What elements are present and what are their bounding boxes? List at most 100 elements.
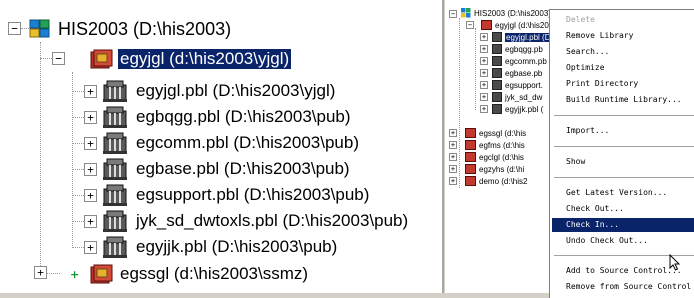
expand-toggle[interactable]: + bbox=[480, 93, 488, 101]
menu-item-remove-library[interactable]: Remove Library bbox=[566, 29, 633, 43]
expand-toggle[interactable]: + bbox=[449, 177, 457, 185]
collapse-toggle[interactable]: − bbox=[52, 52, 65, 65]
collapse-toggle[interactable]: − bbox=[466, 21, 474, 29]
tree-library-node[interactable]: demo (d:\his2 bbox=[465, 175, 527, 187]
tree-line bbox=[40, 42, 41, 270]
tree-pbl-node[interactable]: egbqgg.pb bbox=[492, 43, 543, 55]
tree-pbl-node[interactable]: egsupport. bbox=[492, 79, 543, 91]
tree-library-node[interactable]: egssgl (d:\his2003\ssmz) bbox=[88, 262, 308, 286]
tree-library-label: egzyhs (d:\hi bbox=[479, 164, 525, 174]
menu-separator bbox=[554, 146, 694, 148]
pbl-icon bbox=[100, 183, 130, 207]
expand-toggle[interactable]: + bbox=[34, 266, 47, 279]
pbl-icon bbox=[100, 105, 130, 129]
menu-item-print-directory[interactable]: Print Directory bbox=[566, 77, 638, 91]
tree-pbl-label: egsupport. bbox=[505, 80, 543, 90]
pbl-icon bbox=[100, 79, 130, 103]
tree-pbl-node[interactable]: egcomm.pbl (D:\his2003\pub) bbox=[100, 130, 359, 156]
menu-item-optimize[interactable]: Optimize bbox=[566, 61, 605, 75]
expand-toggle[interactable]: + bbox=[84, 215, 97, 228]
tree-root-node[interactable]: HIS2003 (D:\his2003) bbox=[29, 18, 231, 40]
tree-pbl-label: egyjjk.pbl ( bbox=[505, 104, 544, 114]
target-root-icon bbox=[29, 19, 51, 39]
expand-toggle[interactable]: + bbox=[480, 69, 488, 77]
add-icon: + bbox=[70, 268, 80, 281]
pbl-icon bbox=[492, 32, 502, 42]
menu-item-build-runtime-library[interactable]: Build Runtime Library... bbox=[566, 93, 682, 107]
pbl-icon bbox=[492, 104, 502, 114]
menu-item-add-to-source-control[interactable]: Add to Source Control... bbox=[566, 264, 682, 278]
tree-library-label: egfms (d:\his bbox=[479, 140, 525, 150]
tree-library-node[interactable]: egzyhs (d:\hi bbox=[465, 163, 524, 175]
expand-toggle[interactable]: + bbox=[480, 33, 488, 41]
left-tree-panel: − HIS2003 (D:\his2003) − egyjgl (d:\his2… bbox=[0, 0, 444, 293]
tree-pbl-node[interactable]: jyk_sd_dw bbox=[492, 91, 542, 103]
library-icon bbox=[465, 152, 476, 162]
collapse-toggle[interactable]: − bbox=[449, 10, 457, 18]
menu-item-show[interactable]: Show bbox=[566, 155, 585, 169]
pbl-icon bbox=[100, 209, 130, 233]
expand-toggle[interactable]: + bbox=[449, 165, 457, 173]
tree-pbl-label: jyk_sd_dw bbox=[505, 92, 543, 102]
collapse-toggle[interactable]: − bbox=[8, 22, 21, 35]
library-icon bbox=[465, 164, 476, 174]
tree-pbl-label: egbase.pbl (D:\his2003\pub) bbox=[136, 159, 350, 178]
expand-toggle[interactable]: + bbox=[449, 141, 457, 149]
tree-root-node[interactable]: HIS2003 (D:\his2003) bbox=[461, 7, 551, 19]
tree-pbl-label: jyk_sd_dwtoxls.pbl (D:\his2003\pub) bbox=[136, 211, 409, 230]
expand-toggle[interactable]: + bbox=[449, 129, 457, 137]
expand-toggle[interactable]: + bbox=[84, 189, 97, 202]
tree-pbl-label: egbqgg.pb bbox=[505, 44, 543, 54]
expand-toggle[interactable]: + bbox=[84, 111, 97, 124]
library-icon bbox=[465, 128, 476, 138]
pbl-icon bbox=[100, 131, 130, 155]
menu-separator bbox=[554, 177, 694, 179]
menu-item-delete[interactable]: Delete bbox=[566, 13, 595, 27]
menu-item-get-latest-version[interactable]: Get Latest Version... bbox=[566, 186, 667, 200]
tree-pbl-label: egbqgg.pbl (D:\his2003\pub) bbox=[136, 107, 351, 126]
expand-toggle[interactable]: + bbox=[480, 57, 488, 65]
tree-root-label: HIS2003 (D:\his2003) bbox=[474, 8, 551, 18]
tree-library-node[interactable]: egclgl (d:\his bbox=[465, 151, 524, 163]
pbl-icon bbox=[100, 157, 130, 181]
library-icon bbox=[88, 262, 114, 286]
pbl-icon bbox=[492, 80, 502, 90]
tree-pbl-label: egbase.pb bbox=[505, 68, 543, 78]
tree-pbl-node[interactable]: egyjgl.pbl (D:\his2003\yjgl) bbox=[100, 78, 335, 104]
expand-toggle[interactable]: + bbox=[84, 163, 97, 176]
tree-library-node[interactable]: egyjgl (d:\his2003\yjgl) bbox=[88, 46, 293, 72]
tree-pbl-label: egsupport.pbl (D:\his2003\pub) bbox=[136, 185, 370, 204]
menu-item-check-in[interactable]: Check In... bbox=[552, 218, 694, 232]
expand-toggle[interactable]: + bbox=[480, 45, 488, 53]
expand-toggle[interactable]: + bbox=[449, 153, 457, 161]
tree-pbl-label: egyjgl.pbl (D:\his2003\yjgl) bbox=[136, 81, 336, 100]
menu-item-import[interactable]: Import... bbox=[566, 124, 609, 138]
menu-item-undo-check-out[interactable]: Undo Check Out... bbox=[566, 234, 648, 248]
menu-item-remove-from-source-control[interactable]: Remove from Source Control bbox=[566, 280, 691, 294]
tree-library-node[interactable]: egfms (d:\his bbox=[465, 139, 525, 151]
tree-pbl-node[interactable]: egcomm.pb bbox=[492, 55, 547, 67]
expand-toggle[interactable]: + bbox=[84, 241, 97, 254]
tree-pbl-node[interactable]: egyjjk.pbl (D:\his2003\pub) bbox=[100, 234, 337, 260]
tree-root-label: HIS2003 (D:\his2003) bbox=[58, 18, 232, 39]
tree-pbl-node[interactable]: egyjjk.pbl ( bbox=[492, 103, 543, 115]
tree-pbl-node[interactable]: egsupport.pbl (D:\his2003\pub) bbox=[100, 182, 369, 208]
menu-separator bbox=[554, 115, 694, 117]
tree-pbl-node[interactable]: jyk_sd_dwtoxls.pbl (D:\his2003\pub) bbox=[100, 208, 408, 234]
menu-item-search[interactable]: Search... bbox=[566, 45, 609, 59]
tree-pbl-node[interactable]: egbqgg.pbl (D:\his2003\pub) bbox=[100, 104, 351, 130]
tree-pbl-label: egyjjk.pbl (D:\his2003\pub) bbox=[136, 237, 338, 256]
tree-library-node[interactable]: egssgl (d:\his bbox=[465, 127, 526, 139]
expand-toggle[interactable]: + bbox=[480, 105, 488, 113]
mouse-cursor-icon bbox=[669, 253, 681, 277]
pbl-icon bbox=[492, 68, 502, 78]
tree-pbl-node[interactable]: egbase.pb bbox=[492, 67, 542, 79]
tree-library-label: demo (d:\his2 bbox=[479, 176, 528, 186]
expand-toggle[interactable]: + bbox=[480, 81, 488, 89]
tree-line bbox=[459, 18, 460, 188]
tree-pbl-node[interactable]: egbase.pbl (D:\his2003\pub) bbox=[100, 156, 350, 182]
expand-toggle[interactable]: + bbox=[84, 85, 97, 98]
expand-toggle[interactable]: + bbox=[84, 137, 97, 150]
tree-library-label: egssgl (d:\his bbox=[479, 128, 527, 138]
menu-item-check-out[interactable]: Check Out... bbox=[566, 202, 624, 216]
